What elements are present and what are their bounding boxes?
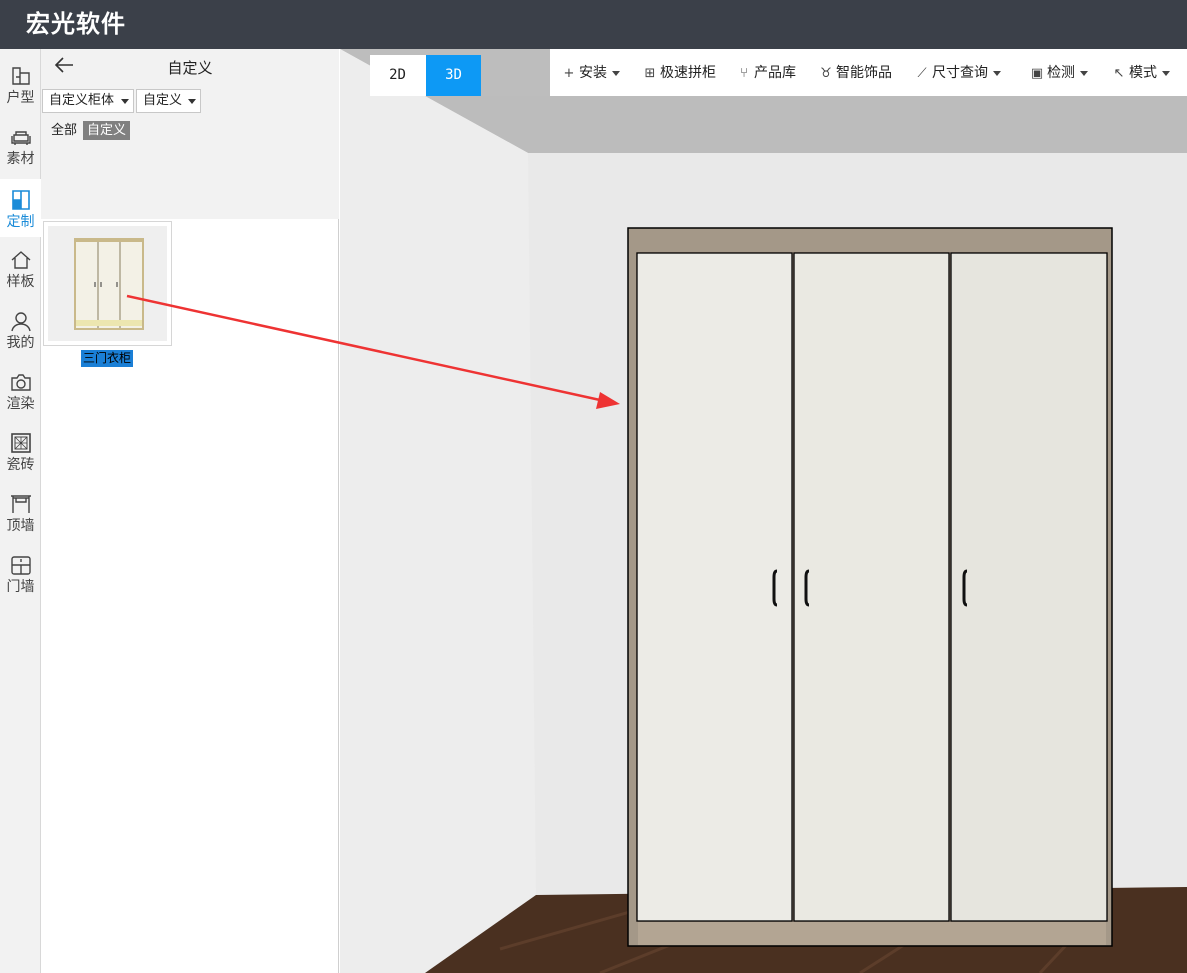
rail-item-materials[interactable]: 素材 [0,126,41,186]
filter-custom[interactable]: 自定义 [83,121,131,140]
house-icon [11,251,30,269]
install-menu[interactable]: + 安装 [562,62,620,84]
product-label: 三门衣柜 [81,350,134,367]
rail-label: 瓷砖 [6,457,35,473]
sofa-icon [10,131,31,145]
rail-item-door-wall[interactable]: 门墙 [0,554,41,614]
decor-icon: ♉ [820,66,832,81]
view-3d-button[interactable]: 3D [426,55,481,96]
dimension-query-menu[interactable]: ⟋ 尺寸查询 [915,62,1001,84]
product-card-wardrobe[interactable] [43,221,172,346]
type-select-value: 自定义 [143,93,183,108]
chevron-down-icon [612,70,620,76]
view-2d-button[interactable]: 2D [370,55,425,96]
filter-all[interactable]: 全部 [47,121,81,140]
rail-label: 户型 [6,90,35,106]
title-bar: 宏光软件 [0,0,1187,49]
user-icon [10,312,31,332]
mode-label: 模式 [1129,65,1157,81]
rail-label: 顶墙 [6,518,35,534]
quick-cabinet-button[interactable]: ⊞ 极速拼柜 [643,62,716,84]
rail-label: 素材 [6,151,35,167]
inspect-label: 检测 [1047,65,1075,81]
chevron-down-icon [188,99,196,104]
door-wall-icon [10,556,31,575]
grid-icon: ⊞ [644,66,656,81]
category-select[interactable]: 自定义柜体 [42,89,134,113]
dimension-query-label: 尺寸查询 [932,65,988,81]
panel-title: 自定义 [167,59,213,77]
install-label: 安装 [579,65,607,81]
rail-item-tiles[interactable]: 瓷砖 [0,432,41,492]
chevron-down-icon [1162,70,1170,76]
rail-item-samples[interactable]: 样板 [0,249,41,309]
rail-label: 门墙 [6,579,35,595]
rail-label: 定制 [6,214,35,230]
cursor-icon: ↖ [1113,66,1125,81]
top-toolbar: + 安装 ⊞ 极速拼柜 ⑂ 产品库 ♉ 智能饰品 ⟋ 尺寸查询 ▣ 检测 ↖ 模式 [550,49,1187,96]
cabinet-icon [11,190,30,210]
panel-header: 自定义 自定义柜体 自定义 全部 自定义 [41,49,339,219]
ruler-icon: ⟋ [917,66,927,81]
inspect-icon: ▣ [1030,66,1044,81]
left-nav-rail: 户型 素材 定制 样板 我的 渲染 瓷砖 顶墙 门墙 [0,49,41,973]
smart-decor-label: 智能饰品 [836,65,892,81]
chevron-down-icon [1080,70,1088,76]
mode-menu[interactable]: ↖ 模式 [1112,62,1170,84]
chevron-down-icon [121,99,129,104]
custom-panel: 自定义 自定义柜体 自定义 全部 自定义 三门衣柜 [41,49,339,973]
3d-viewport[interactable]: 2D 3D + 安装 ⊞ 极速拼柜 ⑂ 产品库 ♉ 智能饰品 ⟋ 尺寸查询 ▣ 检测 ↖ 模式 [340,49,1187,973]
rail-item-render[interactable]: 渲染 [0,371,41,431]
rail-label: 我的 [6,335,35,351]
chair-icon: ⑂ [740,66,748,81]
product-library-button[interactable]: ⑂ 产品库 [737,62,796,84]
type-select[interactable]: 自定义 [136,89,201,113]
inspect-menu[interactable]: ▣ 检测 [1030,62,1088,84]
chevron-down-icon [993,70,1001,76]
tile-icon [10,433,31,453]
product-thumbnail [48,226,167,341]
rail-item-custom[interactable]: 定制 [0,179,41,237]
rail-item-floorplan[interactable]: 户型 [0,65,41,125]
floorplan-icon [11,67,30,85]
rail-item-ceiling-wall[interactable]: 顶墙 [0,493,41,553]
rail-label: 样板 [6,274,35,290]
rail-item-mine[interactable]: 我的 [0,310,41,370]
smart-decor-button[interactable]: ♉ 智能饰品 [819,62,892,84]
room-scene [340,49,1187,973]
quick-cabinet-label: 极速拼柜 [660,65,716,81]
rail-label: 渲染 [6,396,35,412]
product-library-label: 产品库 [754,65,796,81]
wardrobe-thumbnail-icon [48,226,167,341]
ceiling-icon [10,495,31,513]
view-mode-toggle: 2D 3D [370,55,481,96]
plus-icon: + [563,66,575,81]
app-title: 宏光软件 [26,10,126,38]
camera-icon [10,374,31,391]
category-select-value: 自定义柜体 [49,93,115,108]
